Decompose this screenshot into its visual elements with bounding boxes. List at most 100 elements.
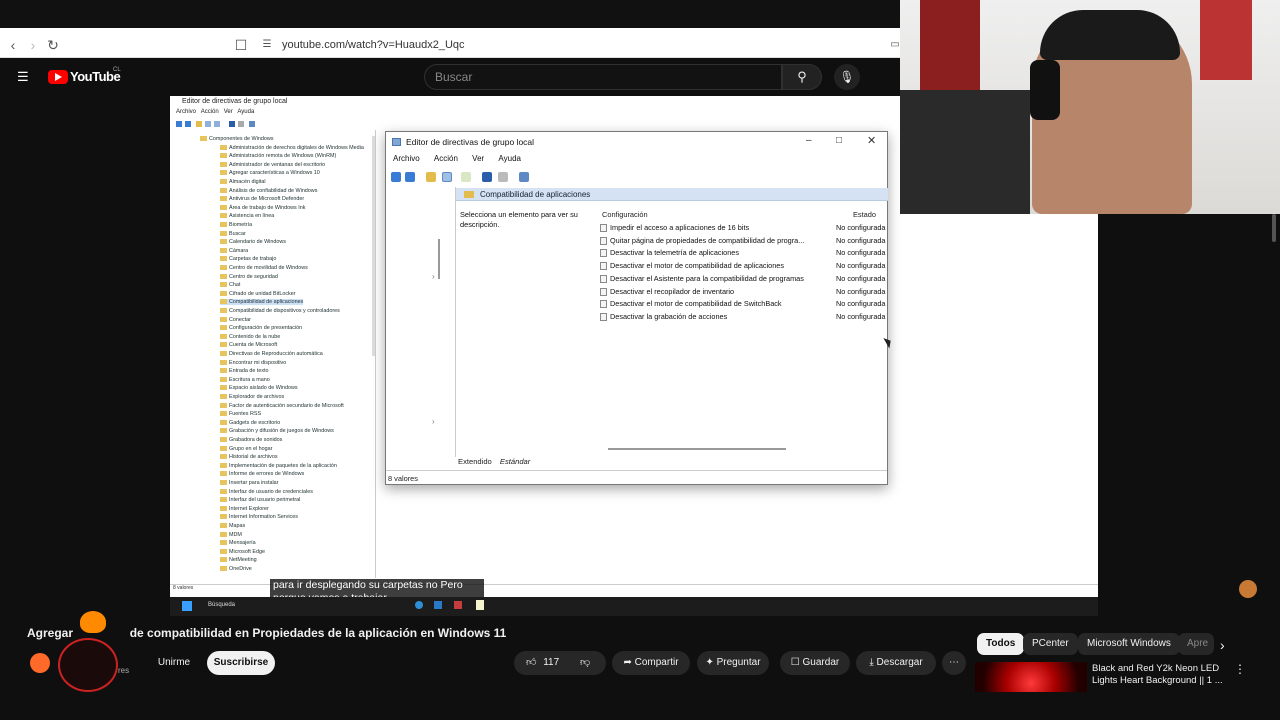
join-button[interactable]: Unirme — [152, 651, 196, 675]
policy-row[interactable]: Desactivar el motor de compatibilidad de… — [600, 260, 888, 272]
youtube-logo-icon[interactable] — [48, 70, 68, 84]
horizontal-scrollbar[interactable] — [608, 448, 786, 450]
reload-button[interactable]: ↻ — [44, 36, 62, 54]
maximize-button[interactable]: □ — [836, 135, 842, 146]
tree-item[interactable]: Informe de errores de Windows — [220, 471, 304, 477]
tree-item[interactable]: Biometría — [220, 222, 252, 228]
tree-item[interactable]: Administrador de ventanas del escritorio — [220, 162, 325, 168]
tree-item[interactable]: MDM — [220, 532, 242, 538]
gpedit-dialog[interactable]: Editor de directivas de grupo local – □ … — [385, 131, 888, 485]
recommended-thumbnail[interactable] — [975, 662, 1087, 692]
tree-item[interactable]: Componentes de Windows — [200, 136, 273, 142]
menu-icon[interactable]: ☰ — [17, 70, 31, 83]
subscribe-button[interactable]: Suscribirse — [207, 651, 275, 675]
tree-item[interactable]: Asistencia en línea — [220, 213, 274, 219]
tree-item[interactable]: Implementación de paquetes de la aplicac… — [220, 463, 337, 469]
menu-accion[interactable]: Acción — [434, 154, 458, 163]
tab-extendido[interactable]: Extendido — [458, 457, 492, 466]
tree-item[interactable]: Explorador de archivos — [220, 394, 284, 400]
voice-search-button[interactable]: 🎙 — [834, 64, 860, 90]
tree-item[interactable]: Interfaz de usuario de credenciales — [220, 489, 313, 495]
save-button[interactable]: ☐ Guardar — [780, 651, 850, 675]
tree-item[interactable]: Gadgets de escritorio — [220, 420, 280, 426]
chip-apre[interactable]: Apre — [1178, 633, 1214, 655]
tree-item[interactable]: Grabación y difusión de juegos de Window… — [220, 428, 334, 434]
tree-item[interactable]: Compatibilidad de aplicaciones — [220, 299, 304, 306]
policy-row[interactable]: Impedir el acceso a aplicaciones de 16 b… — [600, 222, 888, 234]
tree-item[interactable]: Mensajería — [220, 540, 256, 546]
like-icon[interactable]: 👍︎ — [526, 657, 536, 668]
tree-item[interactable]: Contenido de la nube — [220, 334, 280, 340]
chip-todos[interactable]: Todos — [977, 633, 1025, 655]
channel-avatar[interactable] — [30, 653, 50, 673]
policy-row[interactable]: Desactivar el motor de compatibilidad de… — [600, 298, 888, 310]
tree-item[interactable]: Análisis de confiabilidad de Windows — [220, 188, 317, 194]
tree-item[interactable]: Cuenta de Microsoft — [220, 342, 277, 348]
tree-item[interactable]: Antivirus de Microsoft Defender — [220, 196, 304, 202]
tree-item[interactable]: Encontrar mi dispositivo — [220, 360, 286, 366]
close-button[interactable]: ✕ — [867, 134, 876, 147]
policy-row[interactable]: Desactivar el recopilador de inventario N… — [600, 286, 888, 298]
tree-item[interactable]: Internet Information Services — [220, 514, 298, 520]
filter-icon[interactable] — [519, 172, 529, 182]
tree-item[interactable]: Almacén digital — [220, 179, 266, 185]
tree-item[interactable]: Chat — [220, 282, 240, 288]
tree-item[interactable]: Administración de derechos digitales de … — [220, 145, 364, 151]
menu-ver[interactable]: Ver — [472, 154, 484, 163]
search-input[interactable]: Buscar — [424, 64, 782, 90]
tree-item[interactable]: Mapas — [220, 523, 245, 529]
chevron-right-icon[interactable]: › — [1220, 637, 1225, 653]
menu-archivo[interactable]: Archivo — [393, 154, 420, 163]
tree-item[interactable]: Internet Explorer — [220, 506, 269, 512]
tree-item[interactable]: Entrada de texto — [220, 368, 269, 374]
chip-microsoft-windows[interactable]: Microsoft Windows — [1078, 633, 1180, 655]
tree-item[interactable]: Cifrado de unidad BitLocker — [220, 291, 296, 297]
tree-item[interactable]: Calendario de Windows — [220, 239, 286, 245]
tree-item[interactable]: Grabadora de sonidos — [220, 437, 282, 443]
menu-ayuda[interactable]: Ayuda — [498, 154, 521, 163]
tree-scrollbar[interactable] — [438, 239, 440, 279]
address-bar[interactable]: youtube.com/watch?v=Huaudx2_Uqc — [282, 35, 922, 55]
policy-row[interactable]: Quitar página de propiedades de compatib… — [600, 235, 888, 247]
more-actions-button[interactable]: ⋯ — [942, 651, 966, 675]
tree-item[interactable]: Espacio aislado de Windows — [220, 385, 298, 391]
tree-item[interactable]: Cámara — [220, 248, 248, 254]
tree-item[interactable]: Fuentes RSS — [220, 411, 261, 417]
show-hide-tree-icon[interactable] — [442, 172, 452, 182]
more-vertical-icon[interactable]: ⋮ — [1234, 662, 1246, 676]
chevron-right-icon[interactable]: › — [432, 417, 435, 426]
tree-item[interactable]: Configuración de presentación — [220, 325, 302, 331]
tree-item[interactable]: Centro de seguridad — [220, 274, 278, 280]
dislike-icon[interactable]: 👎︎ — [580, 657, 590, 668]
tab-estandar[interactable]: Estándar — [500, 457, 530, 466]
ask-button[interactable]: ✦ Preguntar — [697, 651, 769, 675]
like-count[interactable]: 117 — [543, 657, 559, 668]
column-estado[interactable]: Estado — [853, 210, 876, 219]
tree-item[interactable]: Historial de archivos — [220, 454, 278, 460]
minimize-button[interactable]: – — [806, 135, 812, 146]
tree-item[interactable]: Conectar — [220, 317, 251, 323]
tree-item[interactable]: Interfaz del usuario perimetral — [220, 497, 300, 503]
tree-item[interactable]: Área de trabajo de Windows Ink — [220, 205, 305, 211]
site-info-icon[interactable]: ☰ — [258, 36, 276, 54]
tree-scrollbar[interactable] — [372, 136, 375, 356]
column-configuracion[interactable]: Configuración — [602, 210, 648, 219]
chip-pcenter[interactable]: PCenter — [1023, 633, 1078, 655]
forward-button[interactable]: › — [24, 36, 42, 54]
folder-up-icon[interactable] — [426, 172, 436, 182]
policy-row[interactable]: Desactivar la grabación de acciones No co… — [600, 311, 888, 323]
share-button[interactable]: ➦ Compartir — [612, 651, 690, 675]
tree-item[interactable]: Insertar para instalar — [220, 480, 278, 486]
search-button[interactable]: ⚲ — [782, 64, 822, 90]
tree-item[interactable]: Factor de autenticación secundario de Mi… — [220, 403, 344, 409]
tree-item[interactable]: NetMeeting — [220, 557, 257, 563]
policy-row[interactable]: Desactivar la telemetría de aplicaciones… — [600, 247, 888, 259]
forward-arrow-icon[interactable] — [405, 172, 415, 182]
tree-item[interactable]: OneDrive — [220, 566, 252, 572]
bookmark-icon[interactable]: ☐ — [232, 36, 250, 54]
channel-avatar-icon[interactable] — [1239, 580, 1257, 598]
page-scrollbar[interactable] — [1272, 214, 1276, 242]
tree-item[interactable]: Agregar características a Windows 10 — [220, 170, 320, 176]
help-icon[interactable] — [482, 172, 492, 182]
recommended-title[interactable]: Black and Red Y2k Neon LED Lights Heart … — [1092, 663, 1223, 687]
